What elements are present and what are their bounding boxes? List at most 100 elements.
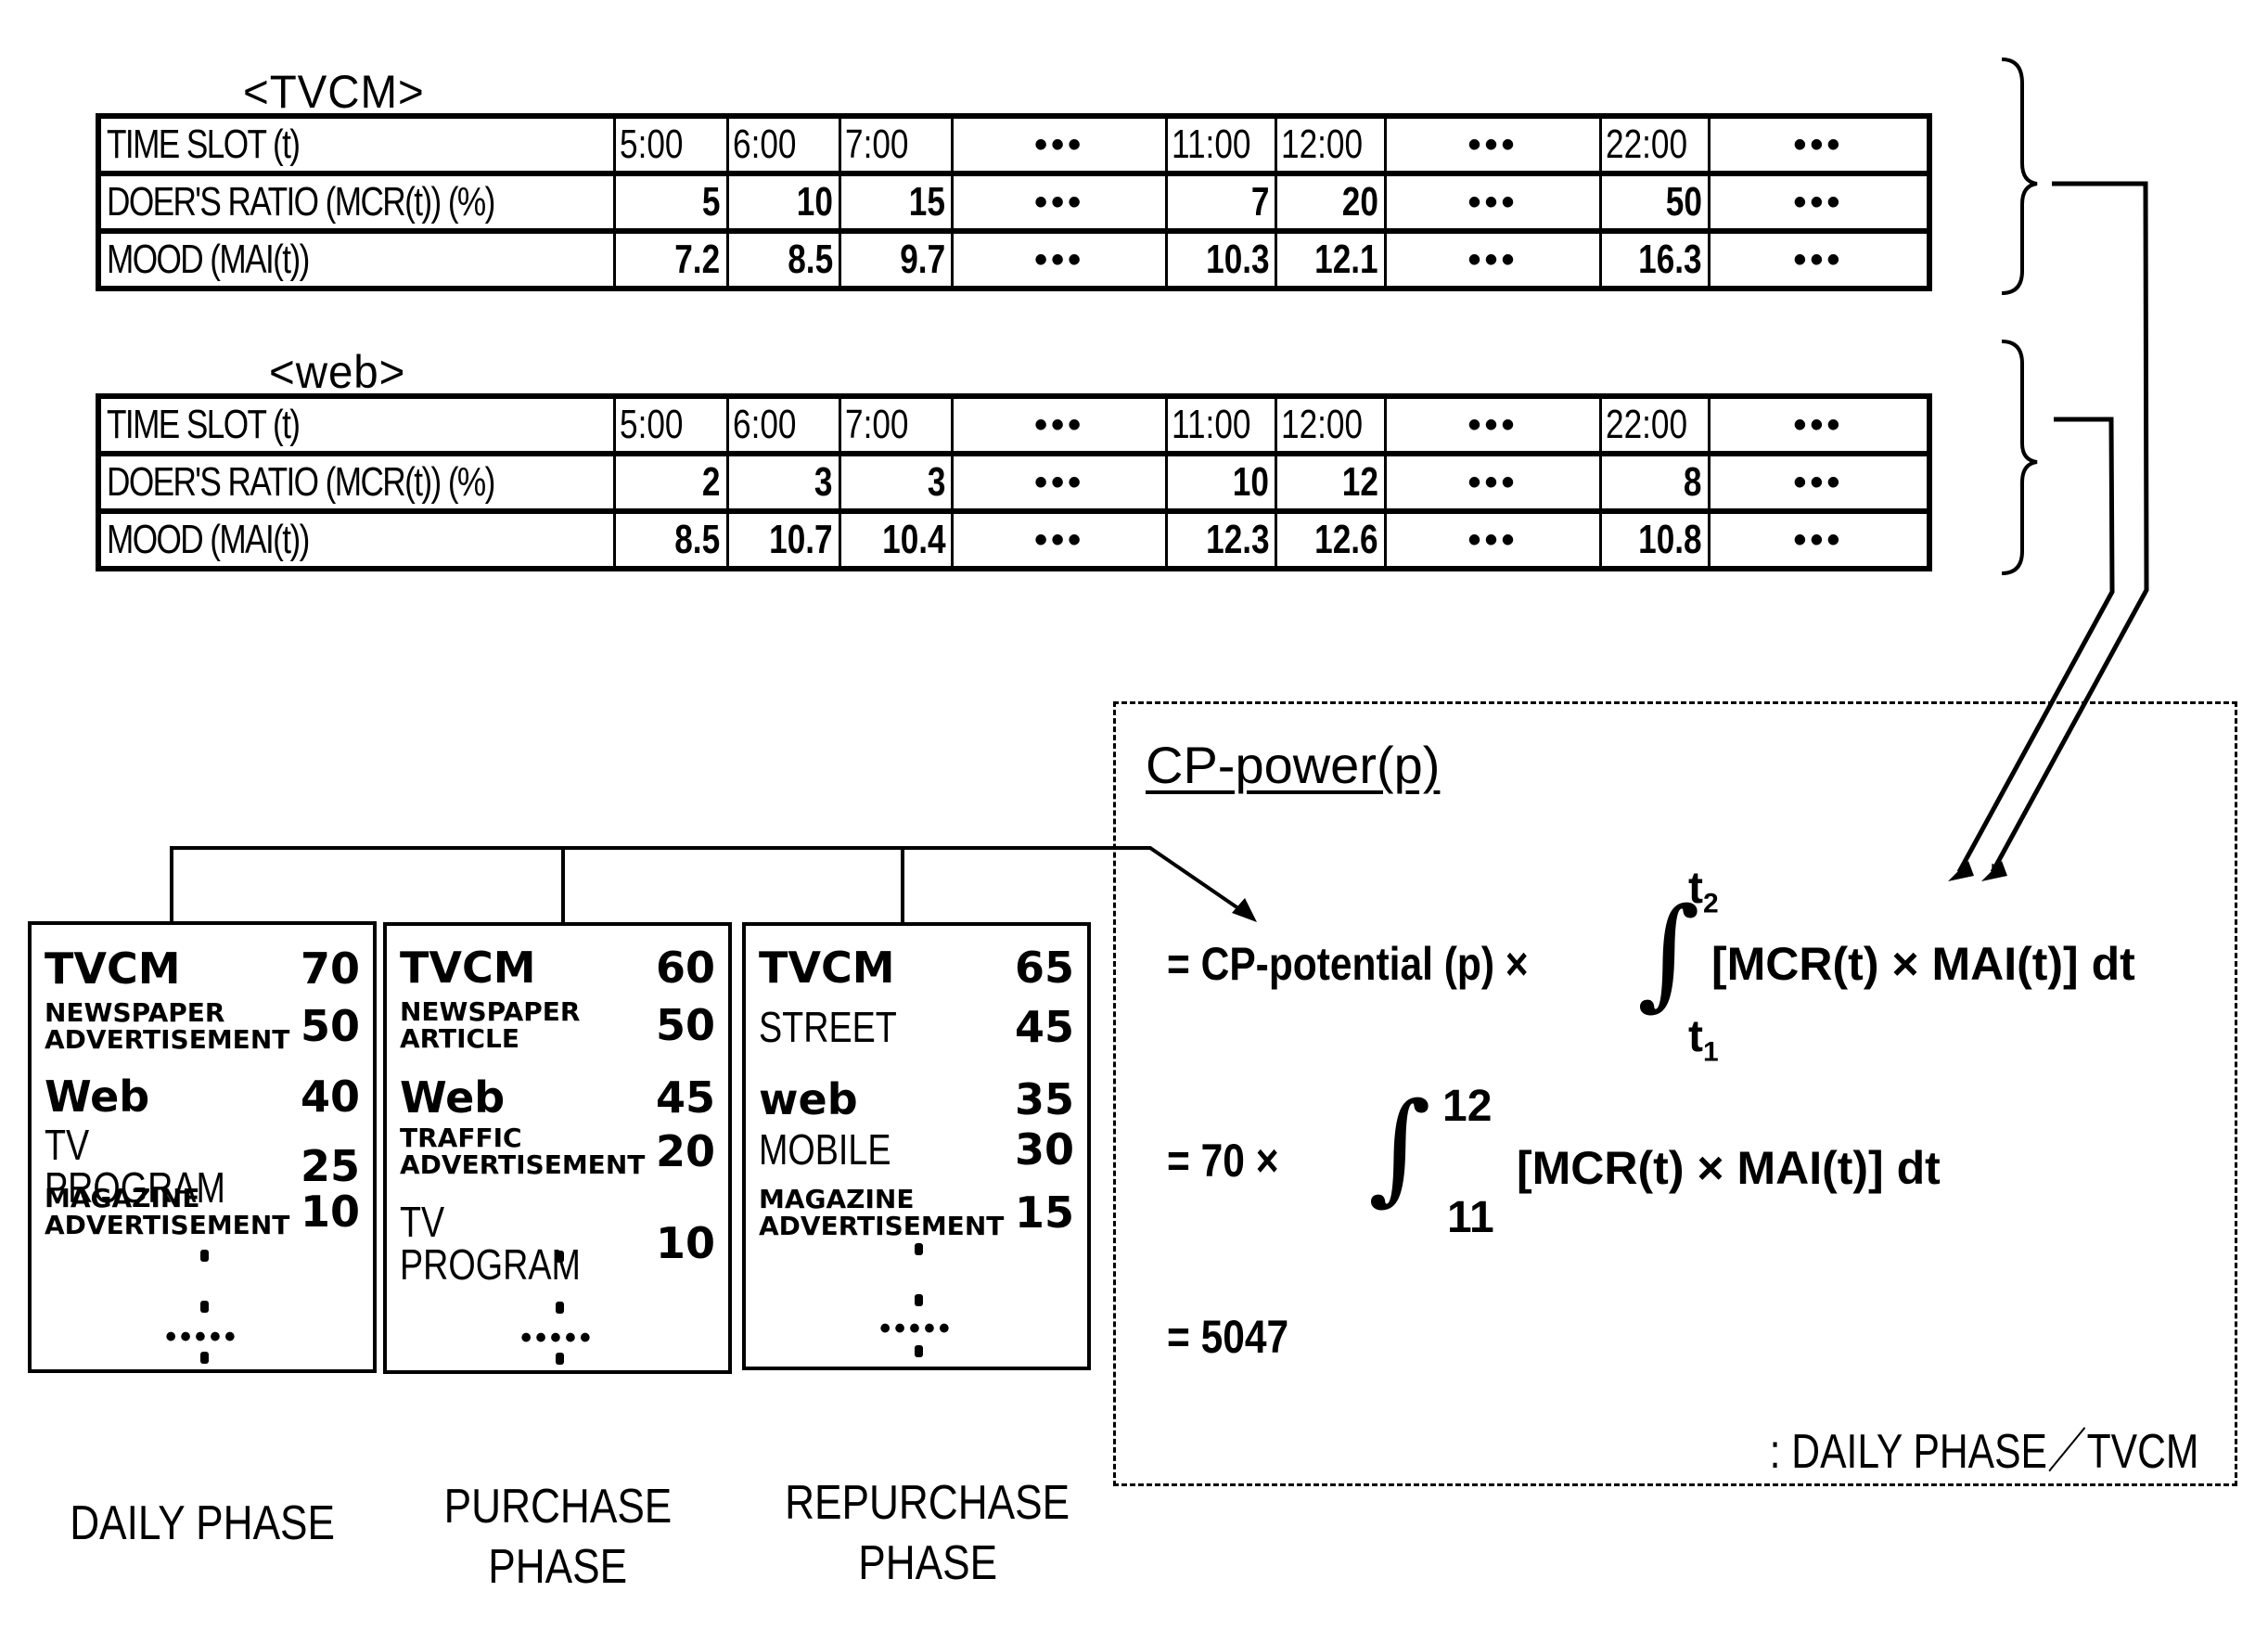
phase-box-purchase: TVCM 60 NEWSPAPER ARTICLE 50 Web 45 TRAFFIC ADVE… (383, 922, 732, 1374)
media-value: 15 (1014, 1187, 1074, 1239)
table-cell: 20 (1275, 172, 1387, 233)
phase-label-line: PHASE (858, 1536, 997, 1590)
media-item: NEWSPAPER ADVERTISEMENT 50 (45, 999, 360, 1054)
phase-label-repurchase: REPURCHASE PHASE (742, 1473, 1113, 1594)
phase-label-line: PURCHASE (443, 1480, 672, 1534)
media-value: 40 (300, 1072, 360, 1122)
table-cell: 22:00 (1599, 114, 1711, 175)
table-cell: 6:00 (725, 114, 841, 175)
table-cell: 12 (1275, 452, 1387, 513)
table-cell: 10.3 (1164, 229, 1278, 290)
media-name: STREET (759, 1003, 897, 1051)
media-item: TVCM 60 (400, 943, 715, 993)
table-cell: 10 (1164, 452, 1278, 513)
row-label: MOOD (MAI(t)) (96, 229, 617, 290)
table-cell: 7.2 (613, 229, 729, 290)
media-name: MAGAZINE ADVERTISEMENT (45, 1183, 290, 1241)
table-cell: 12.3 (1164, 509, 1278, 571)
media-name: TVCM (45, 943, 181, 994)
phase-box-repurchase: TVCM 65 STREET 45 web 35 MOBILE 30 MAGAZINE ADVER… (742, 922, 1091, 1370)
table-cell: 15 (838, 172, 955, 233)
ellipsis-cell: ••• (951, 229, 1168, 290)
row-label: MOOD (MAI(t)) (96, 509, 617, 571)
ellipsis-cell: ••• (951, 114, 1168, 175)
media-item: MAGAZINE ADVERTISEMENT 15 (759, 1186, 1074, 1240)
table-cell: 5 (613, 172, 729, 233)
table-cell: 9.7 (838, 229, 955, 290)
media-item: STREET 45 (759, 1002, 1074, 1052)
media-name: TVCM (400, 943, 536, 993)
media-item: MOBILE 30 (759, 1124, 1074, 1174)
ellipsis-cell: ••• (1707, 114, 1931, 175)
ellipsis-cell: ••• (1707, 394, 1931, 456)
table-cell: 3 (725, 452, 841, 513)
media-value: 45 (1014, 1002, 1074, 1052)
row-label: TIME SLOT (t) (96, 114, 617, 175)
ellipsis-cell: ••• (951, 509, 1168, 571)
media-value: 35 (1014, 1074, 1074, 1124)
media-item: MAGAZINE ADVERTISEMENT 10 (45, 1185, 360, 1239)
ellipsis-cell: ••• (1383, 172, 1603, 233)
media-item: web 35 (759, 1074, 1074, 1124)
table-cell: 12:00 (1275, 394, 1387, 456)
table-cell: 11:00 (1164, 394, 1278, 456)
media-value: 50 (300, 1001, 360, 1052)
media-name: NEWSPAPER ADVERTISEMENT (45, 997, 290, 1056)
mood-row: MOOD (MAI(t)) 7.2 8.5 9.7 ••• 10.3 12.1 ••• 16.3… (96, 229, 1931, 290)
table-cell: 8.5 (613, 509, 729, 571)
doers-ratio-row: DOER'S RATIO (MCR(t)) (%) 2 3 3 ••• 10 12 ••• 8 •… (96, 452, 1931, 513)
phase-box-daily: TVCM 70 NEWSPAPER ADVERTISEMENT 50 Web 40 TV PR… (28, 921, 377, 1373)
horizontal-ellipsis: ••••• (879, 1311, 954, 1346)
formula-note: : DAILY PHASE／TVCM (1769, 1425, 2198, 1479)
media-item: TV PROGRAM 10 (400, 1200, 715, 1286)
web-table-title: <web> (269, 346, 406, 398)
table-cell: 7:00 (838, 114, 955, 175)
vertical-ellipsis-dot (556, 1302, 564, 1314)
ellipsis-cell: ••• (951, 452, 1168, 513)
media-value: 30 (1014, 1124, 1074, 1174)
media-item: Web 45 (400, 1072, 715, 1123)
media-item: TVCM 70 (45, 943, 360, 994)
ellipsis-cell: ••• (1707, 509, 1931, 571)
media-name: TV PROGRAM (400, 1198, 581, 1289)
doers-ratio-row: DOER'S RATIO (MCR(t)) (%) 5 10 15 ••• 7 20 ••• 5… (96, 172, 1931, 233)
vertical-ellipsis-dot (556, 1251, 564, 1263)
phase-label-line: REPURCHASE (785, 1476, 1070, 1530)
phase-label-daily: DAILY PHASE (28, 1494, 377, 1554)
time-slot-row: TIME SLOT (t) 5:00 6:00 7:00 ••• 11:00 12:00 ••… (96, 114, 1931, 175)
media-value: 60 (655, 943, 715, 993)
integrand-1: [MCR(t) × MAI(t)] dt (1711, 938, 2135, 990)
table-cell: 5:00 (613, 394, 729, 456)
brace-tvcm (2001, 58, 2038, 295)
media-value: 10 (300, 1187, 360, 1238)
lower-limit-2: 11 (1447, 1193, 1494, 1242)
media-value: 45 (655, 1072, 715, 1123)
mood-row: MOOD (MAI(t)) 8.5 10.7 10.4 ••• 12.3 12.6 ••• 10… (96, 509, 1931, 571)
vertical-ellipsis-dot (200, 1250, 209, 1262)
table-cell: 7:00 (838, 394, 955, 456)
cp-power-title: CP-power(p) (1146, 736, 1441, 794)
table-cell: 16.3 (1599, 229, 1711, 290)
table-cell: 2 (613, 452, 729, 513)
ellipsis-cell: ••• (1383, 114, 1603, 175)
cp-power-formula-box (1113, 701, 2237, 1486)
media-name: Web (400, 1072, 506, 1123)
ellipsis-cell: ••• (951, 172, 1168, 233)
media-name: Web (45, 1072, 150, 1122)
media-item: Web 40 (45, 1072, 360, 1122)
row-label: TIME SLOT (t) (96, 394, 617, 456)
integrand-2: [MCR(t) × MAI(t)] dt (1517, 1142, 1941, 1194)
integral-icon-2: ∫ (1368, 1076, 1431, 1217)
media-value: 10 (655, 1218, 715, 1268)
table-cell: 10.4 (838, 509, 955, 571)
ellipsis-cell: ••• (1707, 229, 1931, 290)
table-cell: 10.7 (725, 509, 841, 571)
media-item: NEWSPAPER ARTICLE 50 (400, 998, 715, 1053)
table-cell: 12.6 (1275, 509, 1387, 571)
media-item: TVCM 65 (759, 943, 1074, 993)
tvcm-table-title: <TVCM> (243, 66, 425, 118)
vertical-ellipsis-dot (200, 1301, 209, 1313)
brace-web (2001, 340, 2038, 575)
time-slot-row: TIME SLOT (t) 5:00 6:00 7:00 ••• 11:00 12:00 ••… (96, 394, 1931, 456)
table-cell: 10 (725, 172, 841, 233)
